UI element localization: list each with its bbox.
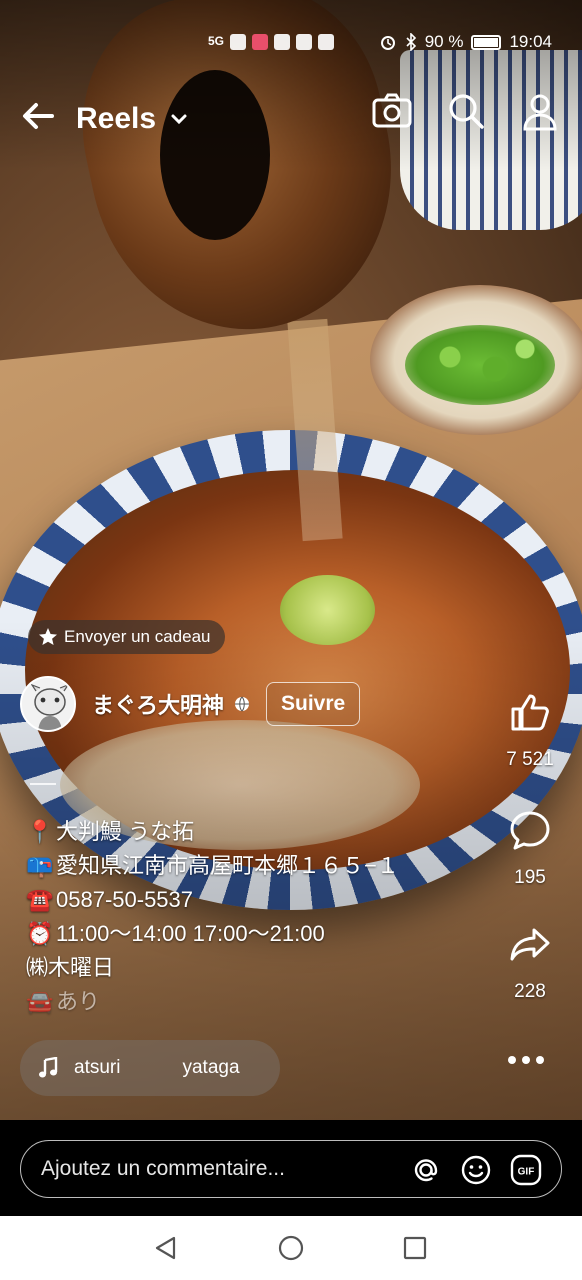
star-icon (39, 628, 57, 645)
status-system: 90 % 19:04 (379, 32, 552, 52)
smiley-icon (461, 1155, 491, 1185)
more-options-button[interactable] (506, 1048, 546, 1072)
author-name-link[interactable]: まぐろ大明神 (92, 688, 250, 720)
reels-menu[interactable]: Reels (76, 102, 188, 136)
share-action[interactable]: 228 (492, 922, 568, 1003)
status-notification-icons: 5G (208, 34, 334, 50)
caption-text: 大判鰻 うな拓 (56, 819, 195, 844)
caption-text: 11:00〜14:00 17:00〜21:00 (56, 921, 325, 946)
telephone-icon: ☎️ (26, 887, 54, 912)
system-home-button[interactable] (277, 1234, 305, 1262)
emoji-button[interactable] (459, 1153, 493, 1187)
camera-icon (372, 93, 412, 128)
caption[interactable]: 📍 大判鰻 うな拓 📪 愛知県江南市高屋町本郷１６５−１ ☎️ 0587-50-553… (26, 815, 466, 1019)
author-row: まぐろ大明神 Suivre (20, 676, 361, 732)
comment-input[interactable]: Ajoutez un commentaire... GIF (20, 1140, 562, 1198)
system-recents-button[interactable] (401, 1234, 429, 1262)
shop-app-icon (252, 34, 268, 50)
alarm-clock-icon: ⏰ (26, 921, 54, 946)
at-sign-icon (414, 1159, 438, 1182)
app-icon (296, 34, 312, 50)
triangle-back-icon (155, 1236, 176, 1260)
network-icon: 5G (208, 34, 225, 48)
caption-line: 🚘 あり (26, 985, 466, 1019)
caption-text: 0587-50-5537 (56, 887, 194, 912)
divider (30, 783, 56, 785)
top-actions (370, 90, 562, 134)
music-note-icon (39, 1057, 58, 1078)
camera-button[interactable] (370, 90, 414, 134)
location-icon (230, 34, 246, 50)
comment-count: 195 (514, 867, 546, 888)
facebook-icon (274, 34, 290, 50)
circle-home-icon (278, 1235, 304, 1261)
avatar-image (22, 678, 74, 730)
follow-button[interactable]: Suivre (266, 682, 361, 726)
author-name: まぐろ大明神 (92, 693, 225, 718)
comment-bar: Ajoutez un commentaire... GIF (0, 1120, 582, 1216)
comment-actions: GIF (409, 1153, 543, 1187)
music-pill[interactable]: atsuri yataga (20, 1040, 280, 1096)
share-count: 228 (514, 981, 546, 1002)
chevron-down-icon (171, 114, 187, 125)
like-action[interactable]: 7 521 (492, 690, 568, 771)
system-back-button[interactable] (152, 1234, 180, 1262)
comment-placeholder: Ajoutez un commentaire... (41, 1157, 285, 1180)
send-gift-button[interactable]: Envoyer un cadeau (28, 620, 225, 654)
clock: 19:04 (509, 32, 552, 51)
caption-text: あり (56, 989, 101, 1014)
caption-line: ☎️ 0587-50-5537 (26, 883, 466, 917)
caption-line: ㈱木曜日 (26, 951, 466, 985)
search-button[interactable] (444, 90, 488, 134)
person-icon (523, 94, 557, 131)
profile-button[interactable] (518, 90, 562, 134)
share-arrow-icon (510, 928, 550, 961)
thumbs-up-icon (511, 694, 549, 731)
bluetooth-icon (406, 33, 416, 51)
video-green-onion (405, 325, 555, 405)
gif-icon: GIF (510, 1154, 542, 1186)
more-dots-icon (508, 1056, 544, 1064)
pin-icon: 📍 (26, 819, 54, 844)
comment-action[interactable]: 195 (492, 808, 568, 889)
music-track-a: atsuri (74, 1057, 121, 1078)
caption-text: 愛知県江南市高屋町本郷１６５−１ (56, 853, 399, 878)
globe-icon (235, 696, 250, 712)
status-bar: 5G 90 % 19:04 (0, 28, 582, 60)
battery-percent: 90 % (424, 32, 464, 51)
page-title: Reels (76, 102, 157, 135)
caption-text: ㈱木曜日 (26, 955, 115, 980)
send-gift-label: Envoyer un cadeau (64, 627, 211, 646)
mailbox-icon: 📪 (26, 853, 54, 878)
car-icon: 🚘 (26, 989, 54, 1014)
caption-line: 📍 大判鰻 うな拓 (26, 815, 466, 849)
system-nav-bar (0, 1216, 582, 1280)
comment-bubble-icon (510, 811, 550, 850)
gif-button[interactable]: GIF (509, 1153, 543, 1187)
caption-line: ⏰ 11:00〜14:00 17:00〜21:00 (26, 917, 466, 951)
like-count: 7 521 (506, 749, 554, 770)
back-button[interactable] (18, 96, 58, 136)
caption-line: 📪 愛知県江南市高屋町本郷１６５−１ (26, 849, 466, 883)
music-track-b: yataga (182, 1057, 240, 1078)
alarm-icon (380, 36, 395, 50)
search-icon (449, 94, 484, 129)
svg-text:GIF: GIF (518, 1167, 535, 1178)
avatar[interactable] (20, 676, 76, 732)
youtube-icon (318, 34, 334, 50)
mention-button[interactable] (409, 1153, 443, 1187)
arrow-left-icon (23, 103, 54, 129)
square-recents-icon (403, 1236, 427, 1260)
top-nav: Reels (0, 90, 582, 146)
battery-icon (471, 34, 502, 50)
